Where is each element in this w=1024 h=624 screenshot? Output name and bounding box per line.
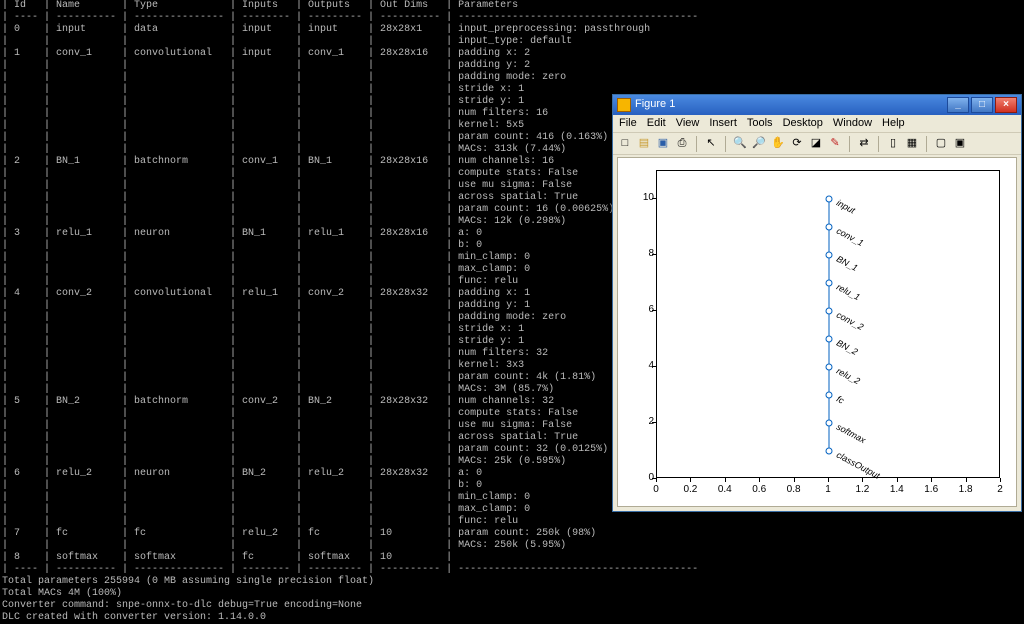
menu-window[interactable]: Window [833,117,872,130]
menu-view[interactable]: View [676,117,700,130]
window-title: Figure 1 [635,98,675,111]
menu-bar[interactable]: File Edit View Insert Tools Desktop Window Help [613,115,1021,133]
open-icon[interactable]: ▤ [636,136,652,152]
pointer-icon[interactable]: ↖ [703,136,719,152]
rotate-icon[interactable]: ⟳ [789,136,805,152]
graph-node-label: fc [834,394,845,407]
graph-node-label: input [834,198,856,217]
graph-node[interactable] [826,392,833,399]
graph-node[interactable] [826,420,833,427]
matlab-figure-icon [617,98,631,112]
hide-toolbar-icon[interactable]: ▢ [933,136,949,152]
graph-node[interactable] [826,308,833,315]
graph-node[interactable] [826,224,833,231]
axes[interactable]: input conv_1 BN_1 relu_1 conv_2 BN_2 relu_2fc s… [656,170,1000,478]
link-icon[interactable]: ⇄ [856,136,872,152]
datatip-icon[interactable]: ◪ [808,136,824,152]
zoom-out-icon[interactable]: 🔎 [751,136,767,152]
plot-area[interactable]: input conv_1 BN_1 relu_1 conv_2 BN_2 relu_2fc s… [617,157,1017,507]
graph-node-label: relu_1 [834,282,861,303]
graph-node[interactable] [826,252,833,259]
graph-node-label: softmax [834,422,867,446]
figure-toolbar[interactable]: □ ▤ ▣ ⎙ ↖ 🔍 🔎 ✋ ⟳ ◪ ✎ ⇄ ▯ ▦ ▢ ▣ [613,133,1021,155]
new-icon[interactable]: □ [617,136,633,152]
graph-node[interactable] [826,336,833,343]
minimize-button[interactable]: _ [947,97,969,113]
graph-node-label: conv_2 [834,310,865,333]
print-icon[interactable]: ⎙ [674,136,690,152]
legend-icon[interactable]: ▦ [904,136,920,152]
figure-window[interactable]: Figure 1 _ □ × File Edit View Insert Tools De… [612,94,1022,512]
save-icon[interactable]: ▣ [655,136,671,152]
menu-edit[interactable]: Edit [647,117,666,130]
graph-node-label: conv_1 [834,226,865,249]
graph-node[interactable] [826,280,833,287]
dock-icon[interactable]: ▣ [952,136,968,152]
pan-icon[interactable]: ✋ [770,136,786,152]
maximize-button[interactable]: □ [971,97,993,113]
brush-icon[interactable]: ✎ [827,136,843,152]
graph-node-label: classOutput [834,450,881,482]
titlebar[interactable]: Figure 1 _ □ × [613,95,1021,115]
graph-node-label: BN_1 [834,254,859,274]
graph-node[interactable] [826,364,833,371]
menu-help[interactable]: Help [882,117,905,130]
menu-tools[interactable]: Tools [747,117,773,130]
colorbar-icon[interactable]: ▯ [885,136,901,152]
close-button[interactable]: × [995,97,1017,113]
graph-node-label: relu_2 [834,366,861,387]
graph-node-label: BN_2 [834,338,859,358]
menu-desktop[interactable]: Desktop [783,117,823,130]
zoom-in-icon[interactable]: 🔍 [732,136,748,152]
menu-file[interactable]: File [619,117,637,130]
graph-node[interactable] [826,196,833,203]
menu-insert[interactable]: Insert [709,117,737,130]
graph-node[interactable] [826,448,833,455]
